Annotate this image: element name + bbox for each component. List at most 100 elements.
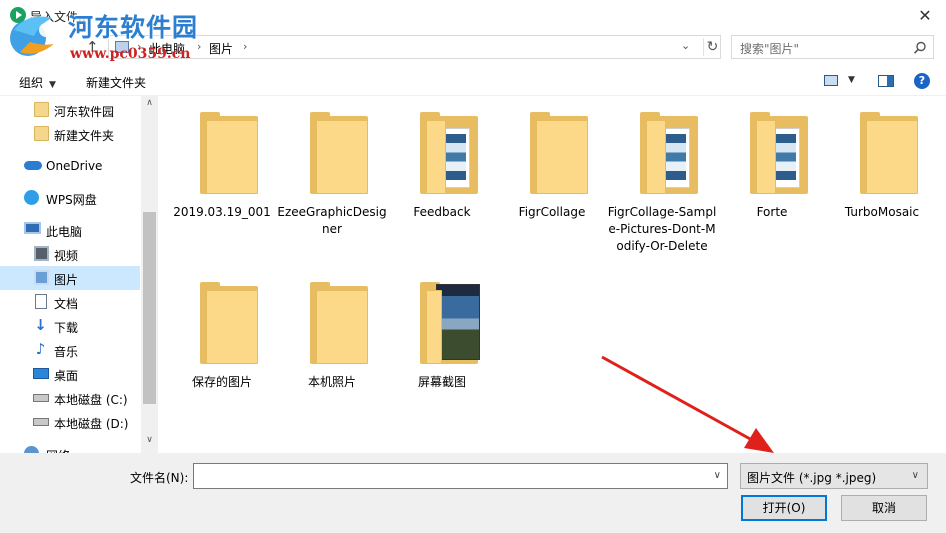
file-name: 保存的图片 — [191, 375, 252, 389]
search-icon[interactable] — [912, 40, 928, 56]
sidebar-item-label: 新建文件夹 — [54, 129, 115, 143]
sidebar-item-music[interactable]: ♪ 音乐 — [0, 338, 140, 362]
file-item[interactable]: 屏幕截图 — [386, 266, 498, 436]
network-icon — [24, 446, 39, 453]
onedrive-icon — [24, 161, 42, 170]
folder-icon — [34, 126, 49, 141]
navigation-pane: 河东软件园 新建文件夹 OneDrive WPS网盘 此电脑 视频 图片 文档 … — [0, 96, 158, 453]
sidebar-item-label: 图片 — [54, 273, 79, 287]
sidebar-item-drive-c[interactable]: 本地磁盘 (C:) — [0, 386, 140, 410]
search-placeholder: 搜索"图片" — [740, 42, 800, 56]
drive-icon — [33, 394, 49, 402]
sidebar-item-pictures[interactable]: 图片 — [0, 266, 140, 290]
cloud-icon — [24, 190, 39, 205]
folder-icon — [200, 282, 258, 364]
sidebar-item-label: 本地磁盘 (D:) — [54, 417, 129, 431]
organize-label: 组织 — [19, 76, 44, 90]
desktop-icon — [33, 368, 49, 379]
file-item[interactable]: 2019.03.19_001 — [166, 96, 278, 266]
sidebar-item-hedong[interactable]: 河东软件园 — [0, 98, 140, 122]
sidebar-item-label: OneDrive — [46, 159, 103, 173]
scroll-down-arrow-icon[interactable]: ∨ — [141, 435, 158, 449]
file-name: 本机照片 — [307, 375, 356, 389]
address-history-dropdown[interactable]: ⌄ — [681, 39, 690, 52]
file-item[interactable]: Forte — [716, 96, 828, 266]
file-name: 2019.03.19_001 — [173, 205, 271, 219]
view-options-caret-icon[interactable]: ▼ — [848, 75, 855, 85]
sidebar-item-desktop[interactable]: 桌面 — [0, 362, 140, 386]
file-name: EzeeGraphicDesigner — [277, 205, 387, 236]
folder-icon — [310, 112, 368, 194]
search-input[interactable]: 搜索"图片" — [731, 35, 934, 59]
file-item[interactable]: FigrCollage-Sample-Pictures-Dont-Modify-… — [606, 96, 718, 266]
breadcrumb-this-pc[interactable]: 此电脑 — [149, 40, 185, 57]
drive-icon — [33, 418, 49, 426]
filename-label: 文件名(N): — [130, 471, 189, 485]
music-icon: ♪ — [35, 340, 46, 358]
organize-menu-button[interactable]: 组织 ▼ — [19, 74, 56, 91]
help-icon[interactable]: ? — [914, 73, 930, 89]
up-arrow-icon[interactable]: ↑ — [86, 38, 99, 56]
file-name: Forte — [756, 205, 788, 219]
folder-with-documents-icon — [420, 112, 478, 194]
breadcrumb-separator[interactable]: › — [137, 40, 141, 53]
command-bar: 组织 ▼ 新建文件夹 ▼ ? — [0, 62, 946, 96]
sidebar-item-onedrive[interactable]: OneDrive — [0, 154, 140, 178]
scroll-up-arrow-icon[interactable]: ∧ — [141, 98, 158, 112]
sidebar-item-videos[interactable]: 视频 — [0, 242, 140, 266]
new-folder-button[interactable]: 新建文件夹 — [86, 74, 146, 91]
pictures-icon — [34, 270, 49, 285]
sidebar-item-drive-d[interactable]: 本地磁盘 (D:) — [0, 410, 140, 434]
breadcrumb-pictures[interactable]: 图片 — [209, 40, 233, 57]
file-name: Feedback — [413, 205, 471, 219]
download-icon: ↓ — [34, 316, 47, 334]
address-bar[interactable]: › 此电脑 › 图片 › ⌄ ↻ — [108, 35, 721, 59]
sidebar-item-label: 音乐 — [54, 345, 79, 359]
file-name: 屏幕截图 — [417, 375, 466, 389]
preview-pane-icon[interactable] — [878, 75, 894, 87]
sidebar-item-network[interactable]: 网络 — [0, 442, 140, 453]
change-view-icon[interactable] — [824, 75, 838, 86]
filename-input[interactable]: ∨ — [193, 463, 728, 489]
breadcrumb-separator[interactable]: › — [197, 40, 201, 53]
folder-icon — [530, 112, 588, 194]
open-button[interactable]: 打开(O) — [741, 495, 827, 521]
close-button[interactable]: ✕ — [912, 4, 938, 28]
file-name: TurboMosaic — [844, 205, 920, 219]
refresh-icon[interactable]: ↻ — [703, 38, 721, 56]
file-name: FigrCollage-Sample-Pictures-Dont-Modify-… — [607, 205, 717, 253]
video-icon — [34, 246, 49, 261]
file-item[interactable]: 本机照片 — [276, 266, 388, 436]
sidebar-item-wps-drive[interactable]: WPS网盘 — [0, 186, 140, 210]
app-icon — [10, 7, 26, 23]
title-bar: 导入文件... ✕ — [0, 0, 946, 32]
sidebar-item-this-pc[interactable]: 此电脑 — [0, 218, 140, 242]
file-item[interactable]: Feedback — [386, 96, 498, 266]
pictures-location-icon — [115, 41, 129, 53]
file-item[interactable]: EzeeGraphicDesigner — [276, 96, 388, 266]
filename-history-dropdown-icon[interactable]: ∨ — [714, 470, 721, 481]
sidebar-item-label: 桌面 — [54, 369, 79, 383]
breadcrumb-separator[interactable]: › — [243, 40, 247, 53]
folder-icon — [310, 282, 368, 364]
document-icon — [35, 294, 47, 309]
nav-pane-scrollbar[interactable]: ∧ ∨ — [141, 96, 158, 453]
folder-icon — [200, 112, 258, 194]
file-list: 2019.03.19_001 EzeeGraphicDesigner Feedb… — [160, 96, 946, 453]
file-item[interactable]: FigrCollage — [496, 96, 608, 266]
file-item[interactable]: 保存的图片 — [166, 266, 278, 436]
sidebar-item-documents[interactable]: 文档 — [0, 290, 140, 314]
file-item[interactable]: TurboMosaic — [826, 96, 938, 266]
folder-icon — [34, 102, 49, 117]
sidebar-item-new-folder[interactable]: 新建文件夹 — [0, 122, 140, 146]
file-type-select[interactable]: 图片文件 (*.jpg *.jpeg) ∨ — [740, 463, 928, 489]
sidebar-item-label: WPS网盘 — [46, 193, 97, 207]
sidebar-item-label: 河东软件园 — [54, 105, 115, 119]
folder-with-documents-icon — [640, 112, 698, 194]
sidebar-item-label: 视频 — [54, 249, 79, 263]
cancel-button[interactable]: 取消 — [841, 495, 927, 521]
sidebar-item-label: 下载 — [54, 321, 79, 335]
navigation-bar: ↑ › 此电脑 › 图片 › ⌄ ↻ 搜索"图片" — [0, 32, 946, 62]
sidebar-item-downloads[interactable]: ↓ 下载 — [0, 314, 140, 338]
scrollbar-thumb[interactable] — [143, 212, 156, 404]
